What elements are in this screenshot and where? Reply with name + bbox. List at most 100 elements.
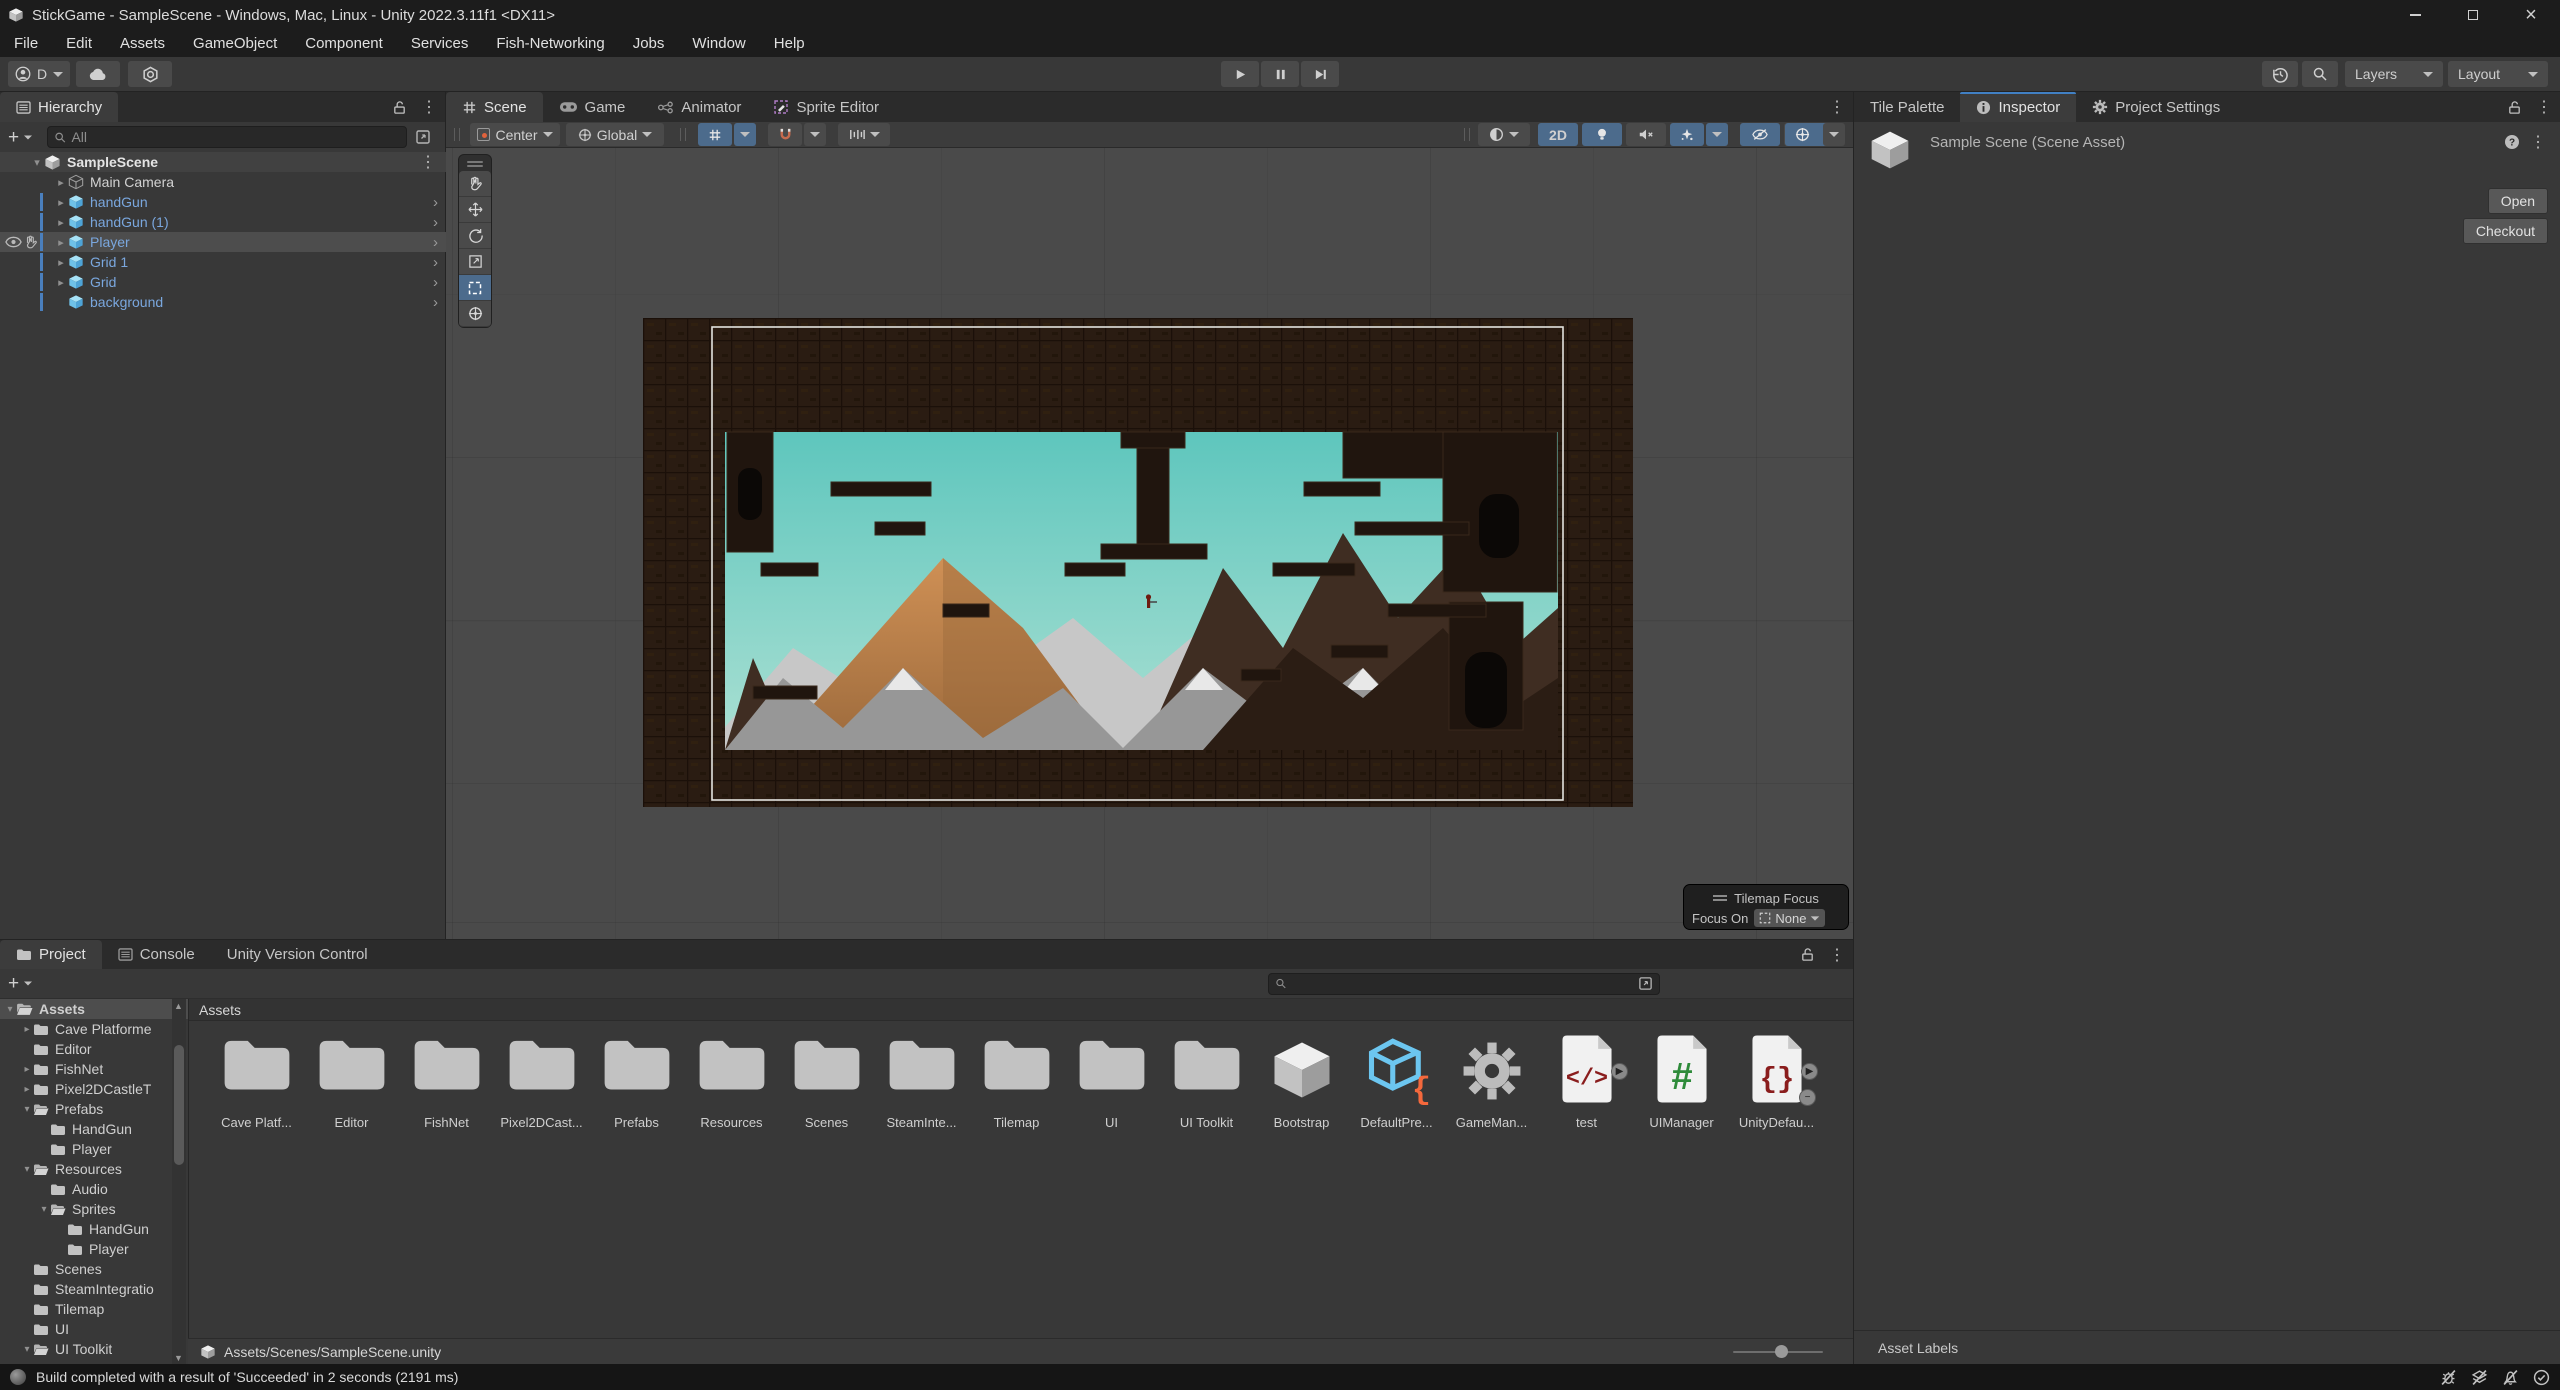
hierarchy-row-player[interactable]: ▸ Player ›: [0, 232, 446, 252]
pause-button[interactable]: [1261, 61, 1299, 87]
tree-row[interactable]: ▾Sprites: [0, 1199, 188, 1219]
hierarchy-row-main-camera[interactable]: ▸ Main Camera: [0, 172, 446, 192]
scroll-up-icon[interactable]: ▲: [174, 1001, 183, 1011]
picker-icon[interactable]: [415, 129, 431, 145]
cloud-services-button[interactable]: [76, 61, 120, 87]
kebab-menu-icon[interactable]: ⋮: [2530, 132, 2546, 152]
draw-mode-dropdown[interactable]: [1478, 123, 1530, 146]
asset-file-unitydefault[interactable]: {} ▶ − UnityDefau...: [1729, 1033, 1824, 1143]
tab-game[interactable]: Game: [543, 92, 642, 122]
snap-increment-dropdown[interactable]: [838, 123, 890, 146]
checkout-button[interactable]: Checkout: [2463, 218, 2548, 244]
tree-row[interactable]: HandGun: [0, 1119, 188, 1139]
drag-handle[interactable]: [459, 159, 491, 169]
foldout-closed-icon[interactable]: ▸: [54, 236, 68, 249]
tab-unity-version-control[interactable]: Unity Version Control: [211, 940, 384, 969]
scale-tool[interactable]: [459, 249, 491, 275]
tab-project-settings[interactable]: Project Settings: [2076, 92, 2236, 122]
tree-row[interactable]: Audio: [0, 1179, 188, 1199]
layout-dropdown[interactable]: Layout: [2448, 61, 2548, 87]
scene-gizmo-toggle[interactable]: [1785, 123, 1819, 146]
undo-history-button[interactable]: [2262, 61, 2298, 87]
scroll-down-icon[interactable]: ▼: [174, 1353, 183, 1363]
create-asset-button[interactable]: +: [8, 974, 33, 993]
hierarchy-scene-row[interactable]: ▾ SampleScene ⋮: [0, 152, 446, 172]
2d-mode-toggle[interactable]: 2D: [1538, 123, 1578, 146]
open-prefab-chevron[interactable]: ›: [433, 194, 438, 211]
menu-item-window[interactable]: Window: [678, 30, 759, 57]
kebab-menu-icon[interactable]: ⋮: [420, 152, 436, 172]
search-button[interactable]: [2302, 61, 2338, 87]
tree-row[interactable]: Player: [0, 1239, 188, 1259]
plastic-scm-button[interactable]: [128, 61, 172, 87]
rect-tool[interactable]: [459, 275, 491, 301]
drag-handle[interactable]: [1464, 128, 1470, 141]
foldout-closed-icon[interactable]: ▸: [54, 196, 68, 209]
open-prefab-chevron[interactable]: ›: [433, 214, 438, 231]
slider-knob[interactable]: [1775, 1345, 1788, 1358]
open-prefab-chevron[interactable]: ›: [433, 294, 438, 311]
tree-row[interactable]: ▾Resources: [0, 1159, 188, 1179]
menu-item-gameobject[interactable]: GameObject: [179, 30, 291, 57]
scene-viewport[interactable]: Tilemap Focus Focus On None: [446, 148, 1853, 939]
hierarchy-search-field[interactable]: [47, 126, 407, 148]
focus-on-dropdown[interactable]: None: [1754, 909, 1825, 927]
layers-disabled-icon[interactable]: [2471, 1369, 2488, 1386]
asset-file-bootstrap[interactable]: Bootstrap: [1254, 1033, 1349, 1143]
asset-folder[interactable]: Pixel2DCast...: [494, 1033, 589, 1143]
grid-snapping-dropdown[interactable]: [734, 123, 756, 146]
asset-folder[interactable]: UI Toolkit: [1159, 1033, 1254, 1143]
menu-item-services[interactable]: Services: [397, 30, 483, 57]
hierarchy-row-background[interactable]: background ›: [0, 292, 446, 312]
asset-folder[interactable]: UI: [1064, 1033, 1159, 1143]
asset-folder[interactable]: Resources: [684, 1033, 779, 1143]
close-button[interactable]: ×: [2502, 0, 2560, 30]
kebab-menu-icon[interactable]: ⋮: [2536, 97, 2552, 117]
tree-row[interactable]: UI: [0, 1319, 188, 1339]
asset-folder[interactable]: Scenes: [779, 1033, 874, 1143]
progress-idle-icon[interactable]: [2533, 1369, 2550, 1386]
tab-tile-palette[interactable]: Tile Palette: [1854, 92, 1960, 122]
drag-handle[interactable]: [454, 128, 460, 141]
menu-item-file[interactable]: File: [0, 30, 52, 57]
asset-folder[interactable]: Tilemap: [969, 1033, 1064, 1143]
hierarchy-search-input[interactable]: [71, 129, 400, 145]
hidden-objects-toggle[interactable]: [1740, 123, 1780, 146]
scene-gizmo-dropdown[interactable]: [1823, 123, 1845, 146]
tab-project[interactable]: Project: [0, 940, 102, 969]
asset-file-gear[interactable]: GameMan...: [1444, 1033, 1539, 1143]
tree-row[interactable]: ▾Prefabs: [0, 1099, 188, 1119]
kebab-menu-icon[interactable]: ⋮: [421, 97, 437, 117]
lock-icon[interactable]: [392, 100, 407, 115]
create-object-button[interactable]: +: [8, 128, 33, 147]
hand-tool[interactable]: [459, 171, 491, 197]
asset-folder[interactable]: Prefabs: [589, 1033, 684, 1143]
tree-row-assets[interactable]: ▾ Assets: [0, 999, 188, 1019]
effects-toggle[interactable]: [1670, 123, 1704, 146]
asset-folder[interactable]: SteamInte...: [874, 1033, 969, 1143]
foldout-closed-icon[interactable]: ▸: [54, 256, 68, 269]
tab-animator[interactable]: Animator: [641, 92, 757, 122]
project-search-input[interactable]: [1292, 976, 1633, 992]
scrollbar-thumb[interactable]: [174, 1045, 184, 1165]
menu-item-edit[interactable]: Edit: [52, 30, 106, 57]
tree-row[interactable]: ▸FishNet: [0, 1059, 188, 1079]
menu-item-jobs[interactable]: Jobs: [619, 30, 679, 57]
rotate-tool[interactable]: [459, 223, 491, 249]
notifications-muted-icon[interactable]: [2502, 1369, 2519, 1386]
tree-row[interactable]: Scenes: [0, 1259, 188, 1279]
snap-magnet-button[interactable]: [768, 123, 802, 146]
hierarchy-row-handgun-1[interactable]: ▸ handGun (1) ›: [0, 212, 446, 232]
tree-row[interactable]: Editor: [0, 1039, 188, 1059]
menu-item-help[interactable]: Help: [760, 30, 819, 57]
tab-hierarchy[interactable]: Hierarchy: [0, 92, 118, 122]
debugger-detached-icon[interactable]: [2440, 1369, 2457, 1386]
menu-item-fish-networking[interactable]: Fish-Networking: [482, 30, 618, 57]
tree-row[interactable]: Player: [0, 1139, 188, 1159]
grid-snapping-toggle[interactable]: [698, 123, 732, 146]
tree-row[interactable]: Tilemap: [0, 1299, 188, 1319]
hierarchy-row-grid[interactable]: ▸ Grid ›: [0, 272, 446, 292]
tree-row[interactable]: ▸Pixel2DCastleT: [0, 1079, 188, 1099]
menu-item-component[interactable]: Component: [291, 30, 397, 57]
kebab-menu-icon[interactable]: ⋮: [1829, 945, 1845, 965]
